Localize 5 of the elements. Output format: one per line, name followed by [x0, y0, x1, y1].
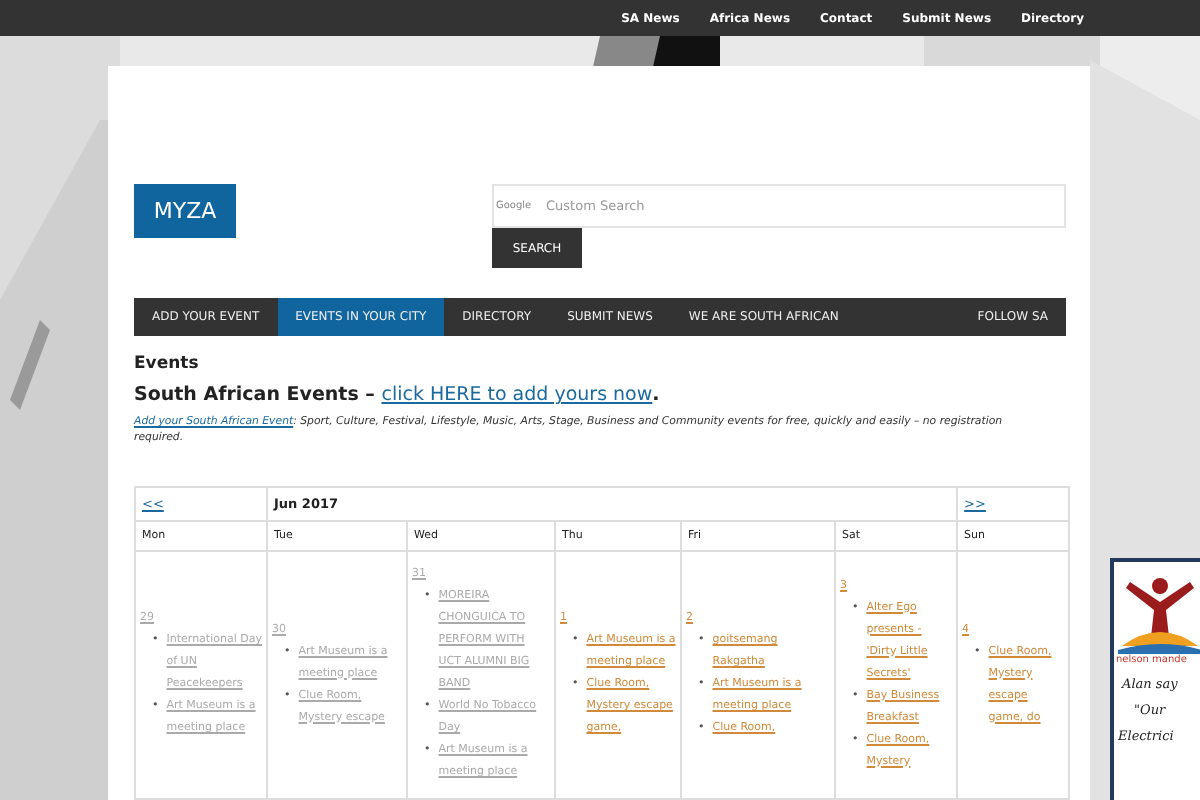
- page-title: Events: [134, 354, 201, 374]
- add-event-link[interactable]: click HERE to add yours now: [381, 384, 653, 406]
- figure-logo-icon: [1114, 574, 1200, 654]
- site-logo[interactable]: MYZA: [134, 184, 236, 238]
- section-heading: South African Events – click HERE to add yours now.: [134, 384, 662, 406]
